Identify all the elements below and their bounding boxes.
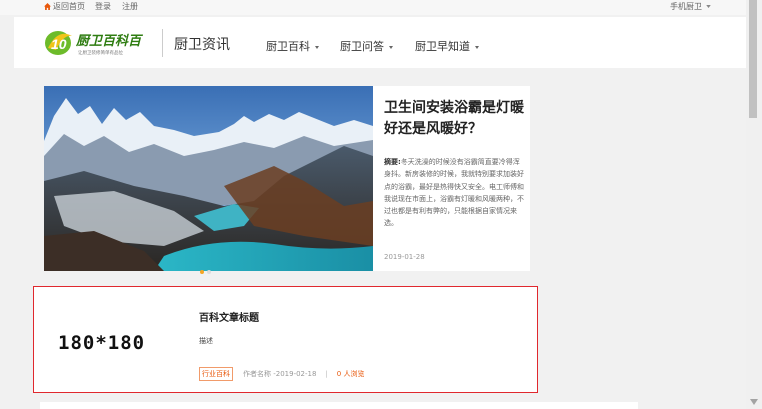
article-description: 描述 bbox=[199, 337, 213, 345]
scrollbar[interactable] bbox=[746, 0, 762, 409]
svg-text:厨卫百科百: 厨卫百科百 bbox=[75, 33, 144, 49]
featured-title[interactable]: 卫生间安装浴霸是灯暖好还是风暖好？ bbox=[384, 98, 524, 140]
home-icon bbox=[44, 3, 51, 10]
summary-text: 冬天洗澡的时候没有浴霸简直要冷得浑身抖。新房装修的时候，我就特别要求加装好点的浴… bbox=[384, 158, 524, 228]
meta-separator: | bbox=[325, 370, 328, 378]
caret-down-icon bbox=[315, 45, 319, 49]
article-meta: 行业百科 作者名称 -2019-02-18 | 0 人浏览 bbox=[199, 367, 364, 381]
nav-item-wenda[interactable]: 厨卫问答 bbox=[340, 38, 393, 54]
home-link[interactable]: 返回首页 bbox=[53, 2, 85, 12]
carousel-dots bbox=[200, 259, 214, 278]
site-header: 10 厨卫百科百 让厨卫装修简单有品位 厨卫资讯 厨卫百科 厨卫问答 厨卫早知道 bbox=[14, 17, 746, 68]
caret-down-icon bbox=[389, 45, 393, 49]
site-title[interactable]: 厨卫资讯 bbox=[174, 34, 230, 54]
article-thumbnail[interactable]: 180*180 bbox=[58, 332, 145, 354]
nav-item-zaozhidao[interactable]: 厨卫早知道 bbox=[415, 38, 479, 54]
nav-item-baike[interactable]: 厨卫百科 bbox=[266, 38, 319, 54]
svg-text:10: 10 bbox=[51, 36, 67, 52]
carousel-dot-active[interactable] bbox=[200, 270, 204, 274]
login-link[interactable]: 登录 bbox=[95, 2, 111, 12]
top-bar: 返回首页 登录 注册 手机厨卫 bbox=[0, 0, 746, 15]
logo-divider bbox=[162, 29, 163, 57]
carousel-dot[interactable] bbox=[207, 270, 211, 274]
featured-summary: 摘要:冬天洗澡的时候没有浴霸简直要冷得浑身抖。新房装修的时候，我就特别要求加装好… bbox=[384, 156, 526, 230]
nav-item-label: 厨卫百科 bbox=[266, 40, 310, 53]
site-logo[interactable]: 10 厨卫百科百 让厨卫装修简单有品位 bbox=[44, 26, 154, 58]
register-link[interactable]: 注册 bbox=[122, 2, 138, 12]
featured-image[interactable] bbox=[44, 86, 373, 271]
scrollbar-thumb[interactable] bbox=[749, 0, 757, 118]
mobile-site-link[interactable]: 手机厨卫 bbox=[670, 2, 702, 12]
article-list-item[interactable]: 180*180 百科文章标题 描述 行业百科 作者名称 -2019-02-18 … bbox=[33, 286, 538, 393]
next-list-item bbox=[40, 402, 638, 409]
article-title[interactable]: 百科文章标题 bbox=[199, 309, 259, 324]
featured-article[interactable]: 卫生间安装浴霸是灯暖好还是风暖好？ 摘要:冬天洗澡的时候没有浴霸简直要冷得浑身抖… bbox=[44, 86, 530, 271]
caret-down-icon bbox=[475, 45, 479, 49]
article-author-date: 作者名称 -2019-02-18 bbox=[243, 370, 317, 378]
summary-label: 摘要: bbox=[384, 158, 401, 166]
svg-text:让厨卫装修简单有品位: 让厨卫装修简单有品位 bbox=[78, 49, 123, 56]
chevron-down-icon bbox=[706, 5, 711, 8]
nav-item-label: 厨卫早知道 bbox=[415, 40, 470, 53]
featured-date: 2019-01-28 bbox=[384, 253, 425, 261]
article-views: 0 人浏览 bbox=[336, 370, 365, 378]
nav-item-label: 厨卫问答 bbox=[340, 40, 384, 53]
scroll-down-arrow-icon[interactable] bbox=[749, 398, 759, 406]
category-badge[interactable]: 行业百科 bbox=[199, 367, 233, 381]
